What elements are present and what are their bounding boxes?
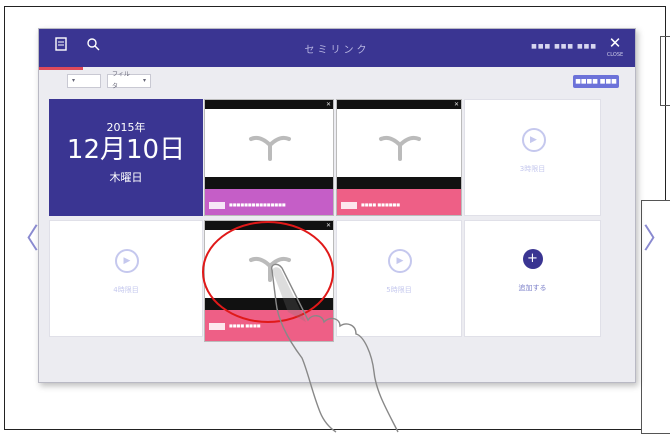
select-2[interactable]: フィルタ ▾ bbox=[107, 71, 151, 90]
sprout-icon bbox=[379, 135, 421, 161]
prev-arrow-icon[interactable]: 〈 bbox=[11, 224, 39, 254]
empty-slot-4[interactable]: ▶ 4時限目 bbox=[49, 220, 203, 337]
slot-label: 4時限目 bbox=[113, 286, 139, 294]
add-slot[interactable]: + 追加する bbox=[464, 220, 601, 337]
close-icon[interactable]: ✕ bbox=[605, 35, 625, 51]
video-tile-1[interactable]: ✕ ■■■■■■■■■■■■■■■ bbox=[204, 99, 334, 216]
close-icon[interactable]: ✕ bbox=[454, 100, 459, 109]
date-tile: 2015年 12月10日 木曜日 bbox=[49, 99, 203, 216]
right-callout-box bbox=[660, 36, 670, 106]
slot-label: 3時限目 bbox=[519, 165, 546, 173]
close-icon[interactable]: ✕ bbox=[326, 100, 331, 109]
select-2-value: フィルタ bbox=[112, 71, 130, 90]
play-icon: ▶ bbox=[521, 128, 546, 152]
play-icon: ▶ bbox=[115, 249, 139, 273]
video-tile-2[interactable]: ✕ ■■■■ ■■■■■■ bbox=[336, 99, 462, 216]
add-label: 追加する bbox=[518, 284, 547, 292]
chevron-down-icon: ▾ bbox=[142, 77, 146, 84]
filter-selectors: ▾ フィルタ ▾ bbox=[67, 71, 151, 90]
date-month-day: 12月10日 bbox=[66, 135, 186, 165]
sprout-icon bbox=[249, 135, 291, 161]
date-year: 2015年 bbox=[106, 121, 146, 134]
tile-caption: ■■■■ ■■■■ bbox=[229, 323, 261, 328]
tile-caption: ■■■■■■■■■■■■■■■ bbox=[229, 202, 286, 207]
tile-caption: ■■■■ ■■■■■■ bbox=[361, 202, 401, 207]
app-topbar: セミリンク ■■■ ■■■ ■■■ ✕ CLOSE bbox=[39, 29, 635, 70]
close-label: CLOSE bbox=[606, 52, 624, 58]
active-tab-indicator bbox=[39, 67, 83, 70]
status-text: ■■■ ■■■ ■■■ bbox=[531, 43, 597, 50]
select-1[interactable]: ▾ bbox=[67, 74, 101, 88]
plus-icon: + bbox=[522, 249, 543, 269]
action-button[interactable]: ■■■■ ■■■ bbox=[573, 75, 619, 88]
empty-slot-3[interactable]: ▶ 3時限目 bbox=[464, 99, 601, 216]
select-1-value: ▾ bbox=[72, 77, 76, 84]
pointing-hand-icon bbox=[270, 263, 399, 433]
date-weekday: 木曜日 bbox=[109, 171, 143, 184]
next-arrow-icon[interactable]: 〉 bbox=[643, 224, 670, 254]
close-icon[interactable]: ✕ bbox=[326, 221, 331, 230]
